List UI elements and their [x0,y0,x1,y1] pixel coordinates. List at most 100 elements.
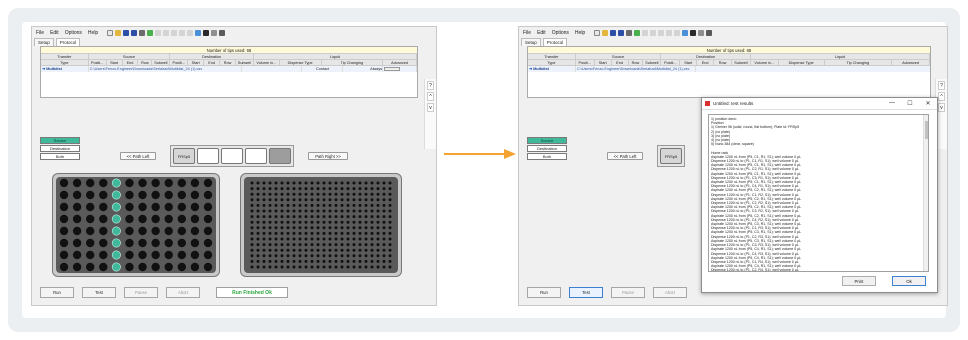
well[interactable] [382,187,386,191]
well[interactable] [310,248,314,252]
well[interactable] [322,265,326,269]
well[interactable] [352,265,356,269]
well[interactable] [286,226,290,230]
well[interactable] [292,243,296,247]
mode-destination[interactable]: Destination [527,145,567,152]
well[interactable] [256,259,260,263]
deck-slot-5[interactable] [269,148,291,164]
well[interactable] [364,192,368,196]
menu-file[interactable]: File [523,30,531,36]
well[interactable] [280,231,284,235]
well[interactable] [292,215,296,219]
well[interactable] [340,203,344,207]
well[interactable] [151,202,160,212]
well[interactable] [352,220,356,224]
well[interactable] [376,181,380,185]
well[interactable] [268,209,272,213]
col-volume[interactable]: Volume in... [254,60,280,65]
well[interactable] [376,231,380,235]
well[interactable] [310,209,314,213]
well[interactable] [340,226,344,230]
well[interactable] [138,178,147,188]
mode-source[interactable]: Source [527,137,567,144]
well[interactable] [388,203,392,207]
well[interactable] [340,187,344,191]
pause-button[interactable]: Pause [124,287,158,298]
well[interactable] [203,202,213,212]
well[interactable] [274,220,278,224]
well[interactable] [138,202,147,212]
path-left-button[interactable]: << Path Left [607,152,643,160]
well[interactable] [382,231,386,235]
well[interactable] [358,226,362,230]
well[interactable] [382,220,386,224]
well[interactable] [268,215,272,219]
well[interactable] [262,248,266,252]
well[interactable] [316,181,320,185]
well[interactable] [376,203,380,207]
well[interactable] [125,202,134,212]
well[interactable] [340,237,344,241]
paste-icon[interactable] [171,29,178,36]
well[interactable] [304,248,308,252]
well[interactable] [328,237,332,241]
well[interactable] [262,209,266,213]
well[interactable] [286,265,290,269]
well[interactable] [151,238,160,248]
well[interactable] [340,243,344,247]
well[interactable] [262,265,266,269]
well[interactable] [358,254,362,258]
well[interactable] [72,250,82,260]
well[interactable] [352,209,356,213]
well[interactable] [203,238,213,248]
well[interactable] [125,238,134,248]
col-source-row[interactable]: Row [629,60,644,65]
well[interactable] [262,220,266,224]
well[interactable] [177,190,187,200]
well[interactable] [99,214,108,224]
well[interactable] [286,198,290,202]
well[interactable] [280,237,284,241]
well[interactable] [151,262,160,272]
well[interactable] [328,254,332,258]
menu-options[interactable]: Options [65,30,82,36]
well[interactable] [328,187,332,191]
well[interactable] [286,231,290,235]
well[interactable] [280,226,284,230]
well[interactable] [376,265,380,269]
well[interactable] [151,178,160,188]
well[interactable] [322,237,326,241]
well[interactable] [376,259,380,263]
well[interactable] [268,192,272,196]
well[interactable] [352,215,356,219]
well[interactable] [370,259,374,263]
well[interactable] [250,237,254,241]
well[interactable] [352,254,356,258]
test-button[interactable]: Test [569,287,603,298]
well[interactable] [59,190,69,200]
delete-icon[interactable] [666,29,673,36]
well[interactable] [364,259,368,263]
well[interactable] [59,250,69,260]
tab-setup[interactable]: Setup [521,38,541,46]
well[interactable] [292,209,296,213]
well[interactable] [364,203,368,207]
well[interactable] [286,203,290,207]
well[interactable] [322,198,326,202]
well[interactable] [304,215,308,219]
well[interactable] [280,198,284,202]
well[interactable] [388,215,392,219]
move-down-button[interactable]: v [938,103,945,112]
well[interactable] [310,254,314,258]
well[interactable] [177,262,187,272]
well[interactable] [322,243,326,247]
well[interactable] [388,243,392,247]
well[interactable] [328,203,332,207]
well[interactable] [388,259,392,263]
well[interactable] [310,259,314,263]
well[interactable] [322,192,326,196]
well[interactable] [138,214,147,224]
well[interactable] [85,214,95,224]
well[interactable] [304,243,308,247]
well[interactable] [304,203,308,207]
